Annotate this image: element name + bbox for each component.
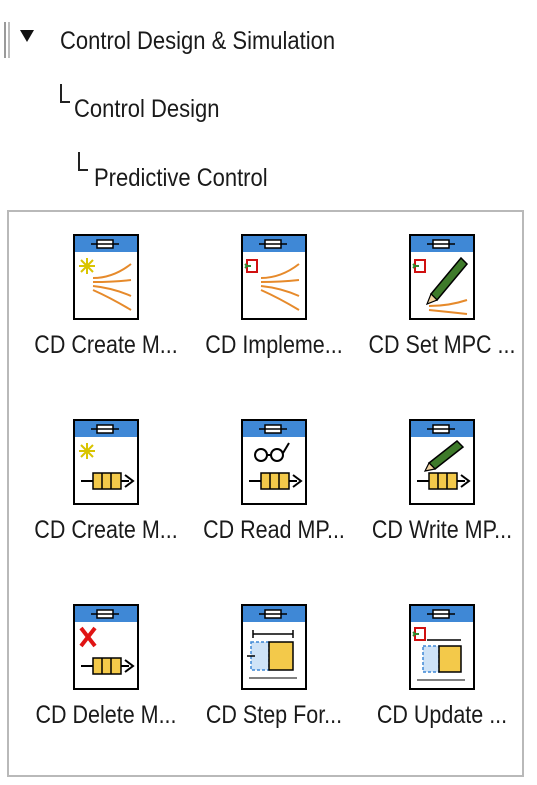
step-forward-icon	[241, 604, 307, 690]
create-controller-icon	[73, 419, 139, 505]
breadcrumb-level-3[interactable]: Predictive Control	[94, 164, 268, 193]
palette-item-label: CD Set MPC ...	[368, 331, 516, 359]
palette-item-create-controller[interactable]: CD Create M...	[17, 397, 197, 582]
create-model-icon	[73, 234, 139, 320]
palette-item-read-mpc[interactable]: CD Read MP...	[185, 397, 365, 582]
palette-item-delete-mpc[interactable]: CD Delete M...	[17, 582, 197, 767]
palette-item-label: CD Create M...	[34, 516, 178, 544]
palette-item-label: CD Delete M...	[35, 701, 177, 729]
palette-item-label: CD Impleme...	[205, 331, 343, 359]
functions-palette: CD Create M... CD Impleme... CD Set MPC …	[7, 210, 524, 777]
palette-item-set-mpc[interactable]: CD Set MPC ...	[353, 212, 533, 397]
palette-item-write-mpc[interactable]: CD Write MP...	[353, 397, 533, 582]
tree-branch-icon	[60, 84, 70, 103]
implement-controller-icon	[241, 234, 307, 320]
palette-item-label: CD Read MP...	[203, 516, 345, 544]
delete-mpc-icon	[73, 604, 139, 690]
breadcrumb-level-1[interactable]: Control Design & Simulation	[60, 27, 335, 56]
palette-item-step-forward[interactable]: CD Step For...	[185, 582, 365, 767]
read-mpc-icon	[241, 419, 307, 505]
palette-item-create-model[interactable]: CD Create M...	[17, 212, 197, 397]
breadcrumb-level-2[interactable]: Control Design	[74, 95, 220, 124]
palette-drag-handle[interactable]	[4, 22, 10, 58]
palette-item-label: CD Update ...	[376, 701, 508, 729]
palette-item-update-window[interactable]: CD Update ...	[353, 582, 533, 767]
collapse-triangle-icon[interactable]	[20, 30, 34, 42]
set-mpc-icon	[409, 234, 475, 320]
tree-branch-icon	[78, 152, 88, 171]
palette-item-label: CD Write MP...	[371, 516, 513, 544]
update-window-icon	[409, 604, 475, 690]
palette-item-label: CD Step For...	[205, 701, 343, 729]
palette-item-implement-controller[interactable]: CD Impleme...	[185, 212, 365, 397]
palette-item-label: CD Create M...	[34, 331, 178, 359]
write-mpc-icon	[409, 419, 475, 505]
